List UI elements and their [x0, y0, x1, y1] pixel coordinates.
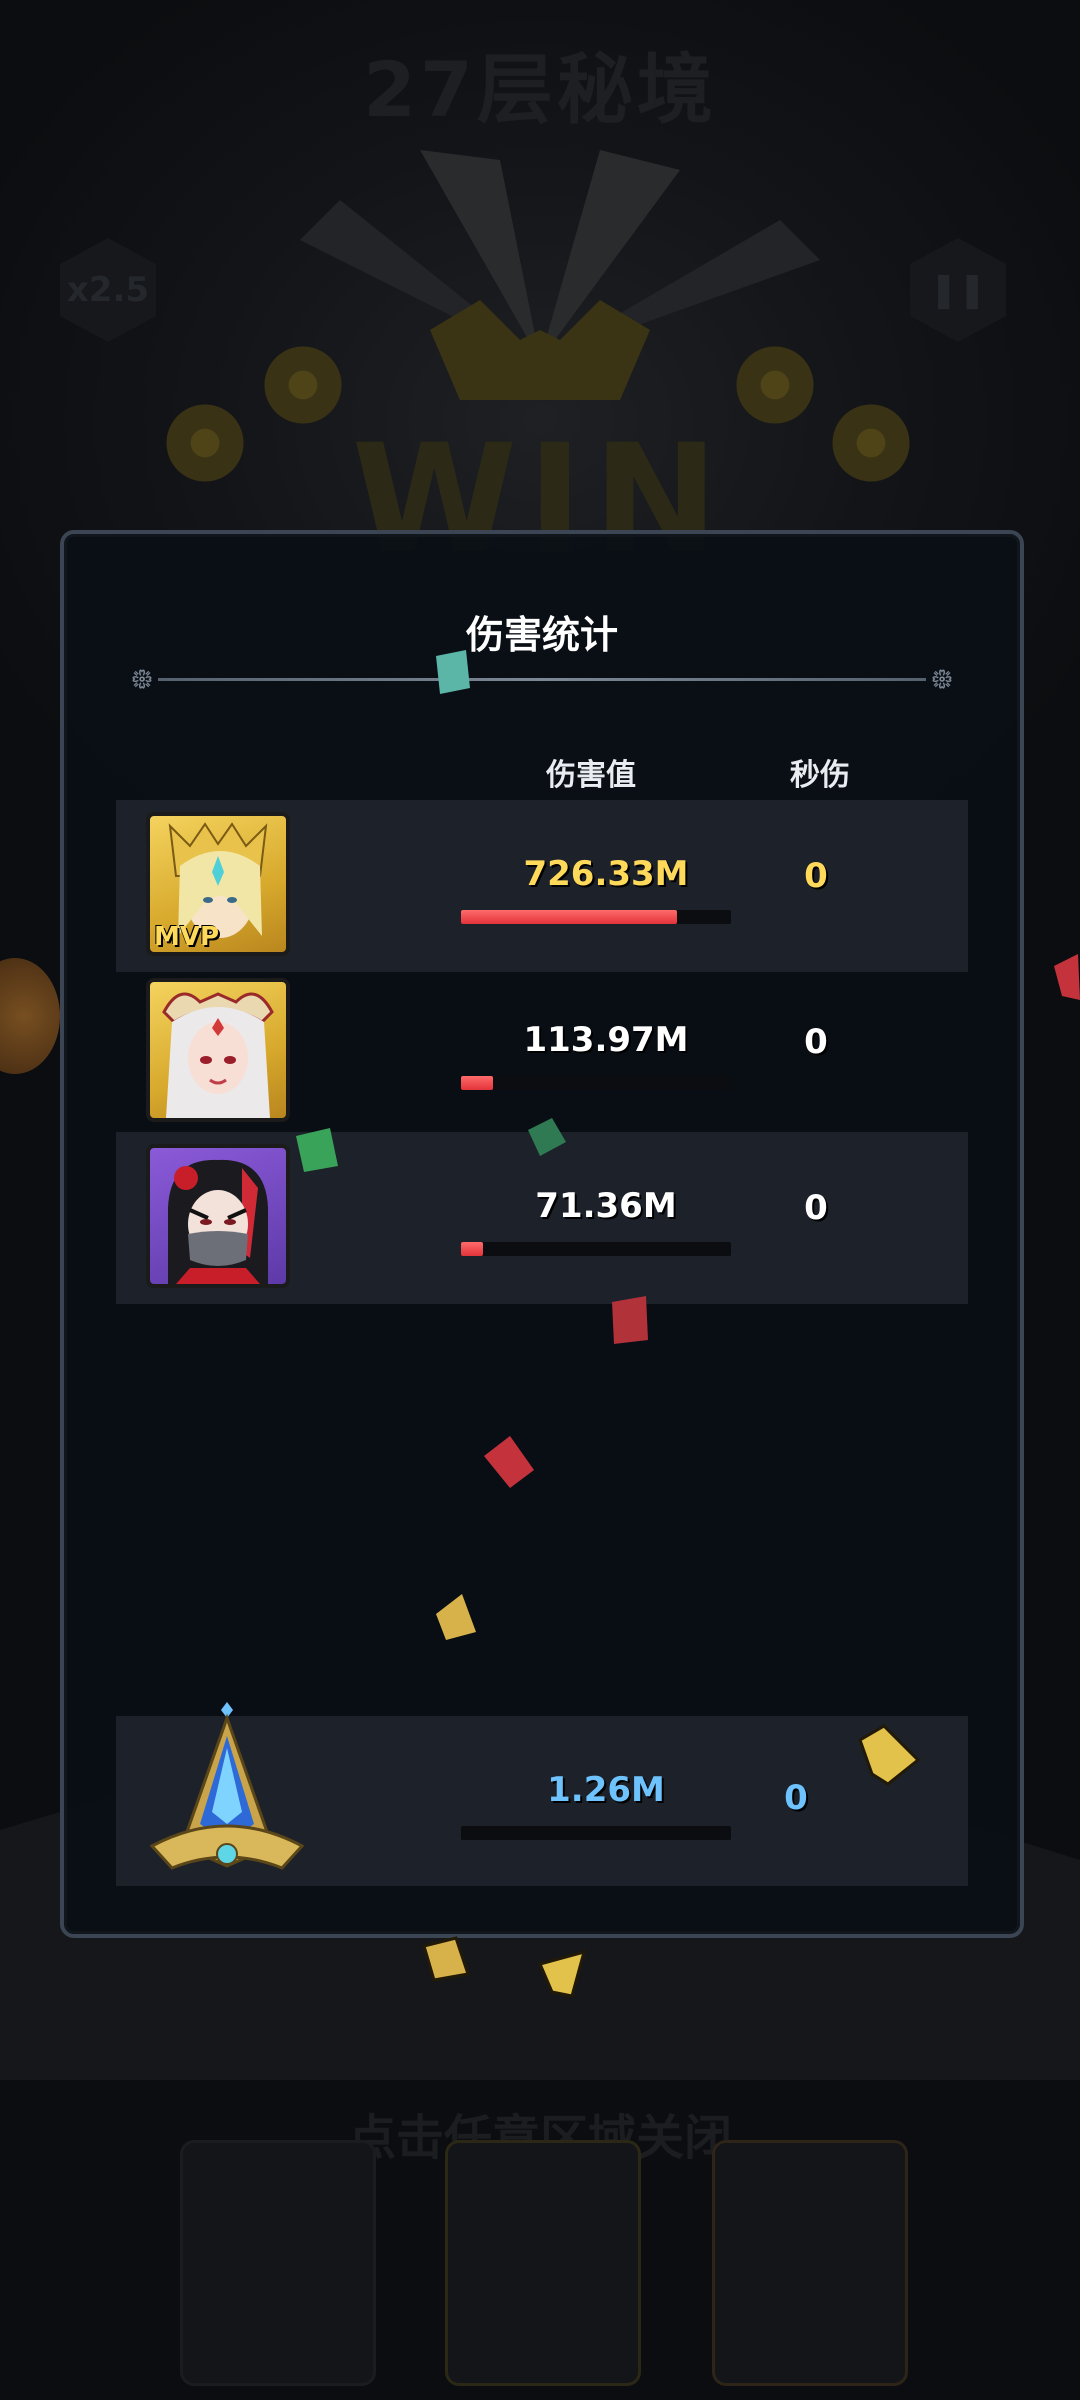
damage-row-hero-2[interactable]: 113.97M 0: [116, 966, 968, 1138]
damage-value: 1.26M: [547, 1770, 665, 1810]
damage-row-hero-3[interactable]: 71.36M 0: [116, 1132, 968, 1304]
game-screen[interactable]: 27层秘境 x2.5 ❚❚ WIN 点击任意区域关闭 伤害统计 ᪥ ᪥ 伤害值 …: [0, 0, 1080, 2400]
dps-value: 0: [804, 1022, 828, 1062]
damage-share-bar: [461, 1826, 731, 1840]
damage-share-bar: [461, 910, 731, 924]
dps-value: 0: [804, 856, 828, 896]
title-divider: ᪥ ᪥: [130, 661, 954, 696]
damage-row-artifact[interactable]: 1.26M 0: [116, 1702, 968, 1886]
hero-card-background: [180, 2140, 376, 2386]
damage-share-fill: [461, 1242, 483, 1256]
damage-value: 726.33M: [523, 854, 689, 894]
damage-share-bar: [461, 1076, 731, 1090]
dps-value: 0: [804, 1188, 828, 1228]
mvp-badge: MVP: [154, 922, 220, 952]
white-haired-priestess-portrait-icon: [146, 978, 290, 1122]
column-header-damage: 伤害值: [546, 758, 636, 793]
damage-share-fill: [461, 910, 677, 924]
golden-elf-hero-portrait-icon: MVP: [146, 812, 290, 956]
flower-decoration: [258, 340, 348, 430]
damage-value: 71.36M: [535, 1186, 677, 1226]
damage-value: 113.97M: [523, 1020, 689, 1060]
flower-decoration: [730, 340, 820, 430]
hero-card-background: [445, 2140, 641, 2386]
damage-row-hero-1[interactable]: MVP 726.33M 0: [116, 800, 968, 972]
dps-value: 0: [784, 1778, 808, 1818]
damage-share-fill: [461, 1076, 494, 1090]
damage-stats-panel: 伤害统计 ᪥ ᪥ 伤害值 秒伤 MVP 726.33M 0 113.97M 0 …: [60, 530, 1024, 1938]
hero-card-background: [712, 2140, 908, 2386]
column-header-dps: 秒伤: [790, 758, 850, 793]
crystal-artifact-icon: [132, 1696, 322, 1886]
panel-title: 伤害统计: [465, 613, 618, 657]
damage-share-bar: [461, 1242, 731, 1256]
masked-ninja-portrait-icon: [146, 1144, 290, 1288]
